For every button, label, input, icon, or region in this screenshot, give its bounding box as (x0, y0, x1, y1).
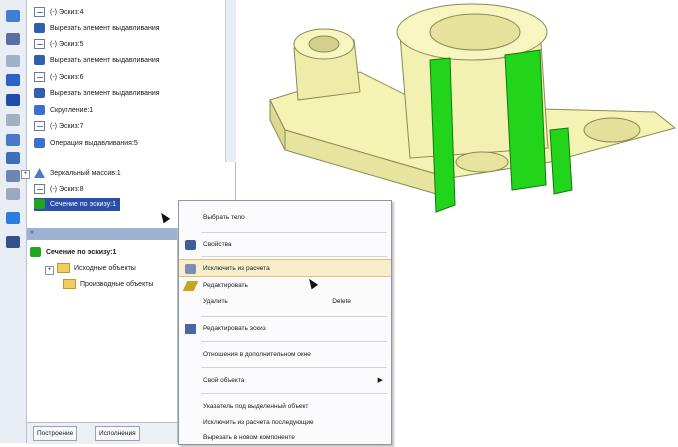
tree-item[interactable]: (-) Эскиз:5 (34, 38, 84, 51)
curve-tool-icon[interactable] (6, 55, 20, 67)
cut-extrude-icon (34, 23, 45, 34)
exclude-icon (185, 264, 196, 274)
panel-header (27, 228, 177, 240)
left-boss-hole (308, 35, 340, 53)
menu-item-exclude-from-calc[interactable]: Исключить из расчета (179, 259, 391, 277)
right-hole (583, 117, 641, 143)
library-tool-icon[interactable] (6, 236, 20, 248)
tree-item[interactable]: (-) Эскиз:8 (34, 183, 84, 196)
chamfer-tool-icon[interactable] (6, 134, 20, 146)
sketch-edit-icon (185, 324, 196, 334)
cut-extrude-icon (34, 88, 45, 99)
measure-tool-icon[interactable] (6, 188, 20, 200)
tree-item-selected[interactable]: Сечение по эскизу:1 (34, 198, 121, 211)
properties-icon (185, 240, 196, 250)
panel-item[interactable]: Производные объекты (63, 278, 153, 291)
cut-extrude-icon (34, 55, 45, 66)
left-toolbar (0, 0, 27, 443)
sketch-icon (34, 184, 45, 195)
rotate-tool-icon[interactable] (6, 94, 20, 106)
section-face (504, 49, 547, 191)
rib-icon (34, 105, 45, 116)
menu-separator (201, 341, 387, 342)
menu-item-object-properties[interactable]: Свой объекта ▶ (179, 372, 391, 390)
fillet-tool-icon[interactable] (6, 114, 20, 126)
tree-scrollbar[interactable] (225, 0, 236, 162)
tree-item[interactable]: Вырезать элемент выдавливания (34, 54, 160, 67)
panel-tabs: Построение Исполнения (27, 422, 177, 444)
properties-panel (27, 228, 178, 443)
folder-icon (63, 279, 76, 290)
bottom-hole (455, 151, 509, 173)
main-boss-bore (429, 13, 521, 51)
section-icon (34, 199, 45, 210)
edit-pencil-icon (182, 281, 199, 291)
menu-separator (201, 256, 387, 257)
menu-separator (201, 367, 387, 368)
extrude-tool-icon[interactable] (6, 74, 20, 86)
menu-separator (201, 393, 387, 394)
tree-item[interactable]: (-) Эскиз:4 (34, 6, 84, 19)
mouse-cursor-icon (157, 210, 171, 224)
panel-item[interactable]: Исходные объекты (57, 262, 136, 275)
folder-icon (57, 263, 70, 274)
tree-item[interactable]: (-) Эскиз:6 (34, 71, 84, 84)
mirror-tool-icon[interactable] (6, 170, 20, 182)
expand-toggle[interactable]: + (21, 170, 30, 179)
context-menu: Выбрать тело Свойства Исключить из расче… (178, 200, 392, 445)
sketch-icon (34, 7, 45, 18)
section-tool-icon[interactable] (6, 212, 20, 224)
tree-item[interactable]: Вырезать элемент выдавливания (34, 22, 160, 35)
menu-separator (201, 316, 387, 317)
tab-versions[interactable]: Исполнения (95, 426, 140, 441)
tree-item[interactable]: Скругление:1 (34, 104, 93, 117)
model-viewport[interactable] (250, 0, 678, 225)
section-icon (30, 247, 41, 258)
menu-item-edit-sketch[interactable]: Редактировать эскиз (179, 320, 391, 338)
menu-item-properties[interactable]: Свойства (179, 236, 391, 254)
menu-item-relations-window[interactable]: Отношения в дополнительном окне (179, 346, 391, 364)
sketch-tool-icon[interactable] (6, 33, 20, 45)
tree-item[interactable]: Операция выдавливания:5 (34, 137, 138, 150)
mirror-icon (34, 168, 45, 179)
expand-toggle[interactable]: + (45, 266, 54, 275)
sketch-icon (34, 39, 45, 50)
sketch-icon (34, 121, 45, 132)
section-face (549, 127, 573, 195)
extrude-icon (34, 138, 45, 149)
menu-item-select-body[interactable]: Выбрать тело (179, 209, 391, 227)
tree-item[interactable]: Вырезать элемент выдавливания (34, 87, 160, 100)
part-tool-icon[interactable] (6, 10, 20, 22)
tab-construction[interactable]: Построение (33, 426, 78, 441)
menu-item-delete[interactable]: Удалить Delete (179, 293, 391, 311)
tree-item[interactable]: Зеркальный массив:1 (34, 167, 121, 180)
menu-item-cut-new-component[interactable]: Вырезать в новом компоненте (179, 429, 391, 447)
menu-separator (201, 232, 387, 233)
submenu-arrow-icon: ▶ (377, 377, 383, 384)
tree-item[interactable]: (-) Эскиз:7 (34, 120, 84, 133)
panel-title: Сечение по эскизу:1 (30, 246, 116, 259)
sketch-icon (34, 72, 45, 83)
array-tool-icon[interactable] (6, 152, 20, 164)
panel-collapse-icon[interactable]: « (30, 229, 34, 236)
